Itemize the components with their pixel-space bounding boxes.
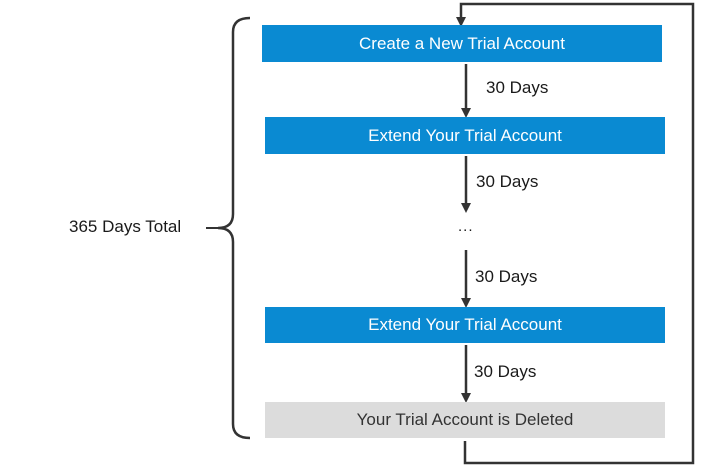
step-extend-account-1: Extend Your Trial Account: [265, 117, 665, 154]
interval-label-4: 30 Days: [474, 362, 537, 381]
step-extend-account-2: Extend Your Trial Account: [265, 307, 665, 343]
loop-back-connector: [456, 2, 695, 465]
ellipsis-gap: ...: [458, 218, 474, 235]
step-create-account: Create a New Trial Account: [262, 25, 662, 62]
interval-label-2: 30 Days: [476, 172, 539, 191]
interval-label-3: 30 Days: [475, 267, 538, 286]
total-brace: [217, 16, 251, 440]
interval-label-1: 30 Days: [486, 78, 549, 97]
step-account-deleted: Your Trial Account is Deleted: [265, 402, 665, 438]
total-duration-label: 365 Days Total: [69, 217, 182, 236]
